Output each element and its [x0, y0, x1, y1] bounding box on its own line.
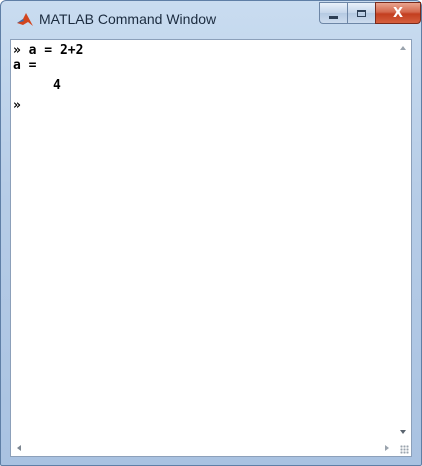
close-button[interactable]: X — [375, 2, 421, 24]
command-prompt[interactable]: » — [13, 98, 395, 113]
scroll-up-icon[interactable] — [400, 46, 406, 50]
maximize-button[interactable] — [347, 2, 375, 24]
minimize-icon — [329, 15, 338, 19]
scroll-right-icon[interactable] — [385, 445, 389, 451]
scroll-down-icon[interactable] — [400, 430, 406, 434]
window-title: MATLAB Command Window — [39, 11, 217, 27]
resize-grip-icon[interactable] — [400, 445, 409, 454]
command-window-pane[interactable]: » a = 2+2 a = 4 » — [10, 39, 412, 457]
console-input-line: » a = 2+2 — [13, 43, 84, 58]
horizontal-scrollbar[interactable] — [11, 440, 395, 456]
matlab-logo-icon — [17, 13, 33, 26]
resize-corner[interactable] — [395, 440, 411, 456]
window-controls: X — [319, 2, 421, 24]
close-icon: X — [392, 5, 404, 21]
console-output[interactable]: » a = 2+2 a = 4 » — [11, 40, 395, 440]
console-value-line: 4 — [53, 78, 61, 93]
minimize-button[interactable] — [319, 2, 347, 24]
maximize-icon — [357, 9, 366, 17]
matlab-command-window: MATLAB Command Window X » a = 2+2 a = 4 … — [0, 0, 422, 466]
scroll-left-icon[interactable] — [17, 445, 21, 451]
title-bar[interactable]: MATLAB Command Window X — [1, 1, 421, 37]
console-output-line: a = — [13, 58, 37, 73]
vertical-scrollbar[interactable] — [395, 40, 411, 440]
